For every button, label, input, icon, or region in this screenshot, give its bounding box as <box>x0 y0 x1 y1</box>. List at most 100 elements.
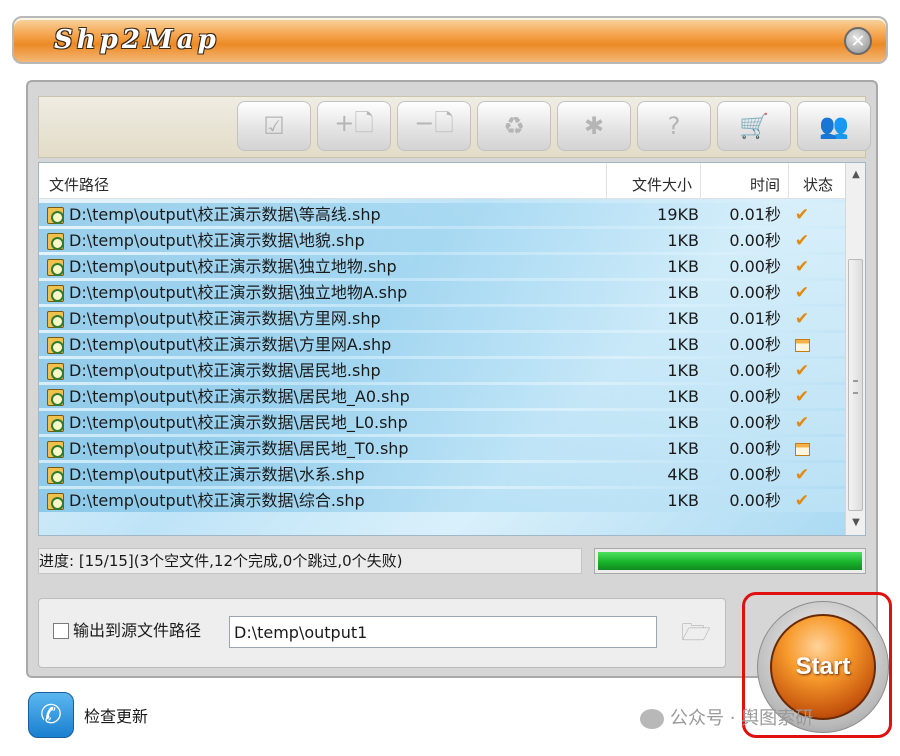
trash-button[interactable]: ♻ <box>477 101 551 151</box>
progress-bar <box>594 548 866 574</box>
row-time: 0.00秒 <box>729 335 781 354</box>
watermark: 公众号 · 舆图索研 <box>640 704 813 730</box>
row-time: 0.01秒 <box>729 205 781 224</box>
users-icon: 👥 <box>819 112 849 140</box>
open-folder-button[interactable]: ☑ <box>237 101 311 151</box>
table-row[interactable]: D:\temp\output\校正演示数据\居民地.shp 1KB 0.00秒 ✔ <box>39 358 847 384</box>
header-size[interactable]: 文件大小 <box>607 163 701 199</box>
table-row[interactable]: D:\temp\output\校正演示数据\等高线.shp 19KB 0.01秒 ✔ <box>39 202 847 228</box>
table-row[interactable]: D:\temp\output\校正演示数据\水系.shp 4KB 0.00秒 ✔ <box>39 462 847 488</box>
open-folder-icon: ☑ <box>263 112 285 140</box>
table-row[interactable]: D:\temp\output\校正演示数据\居民地_A0.shp 1KB 0.00秒… <box>39 384 847 410</box>
row-size: 1KB <box>667 413 699 432</box>
remove-file-icon: −🗋 <box>414 108 454 137</box>
table-row[interactable]: D:\temp\output\校正演示数据\居民地_L0.shp 1KB 0.00秒… <box>39 410 847 436</box>
shp-file-icon <box>47 207 64 224</box>
remove-file-button[interactable]: −🗋 <box>397 101 471 151</box>
progress-status-text: 进度: [15/15](3个空文件,12个完成,0个跳过,0个失败) <box>38 548 582 574</box>
check-icon: ✔ <box>794 257 810 277</box>
header-status[interactable]: 状态 <box>789 163 847 199</box>
row-time: 0.00秒 <box>729 465 781 484</box>
row-path: D:\temp\output\校正演示数据\方里网.shp <box>69 309 381 328</box>
header-time[interactable]: 时间 <box>701 163 789 199</box>
help-icon: ? <box>667 112 681 140</box>
browse-folder-button[interactable]: 🗁 <box>675 616 717 648</box>
shp-file-icon <box>47 259 64 276</box>
check-icon: ✔ <box>794 387 810 407</box>
close-button[interactable]: ✕ <box>844 27 872 55</box>
row-path: D:\temp\output\校正演示数据\居民地_T0.shp <box>69 439 409 458</box>
check-icon: ✔ <box>794 465 810 485</box>
row-status: ✔ <box>791 280 813 306</box>
scroll-thumb[interactable] <box>848 259 863 511</box>
shp-file-icon <box>47 415 64 432</box>
shp-file-icon <box>47 337 64 354</box>
add-file-icon: +🗋 <box>334 108 374 137</box>
table-row[interactable]: D:\temp\output\校正演示数据\方里网.shp 1KB 0.01秒 ✔ <box>39 306 847 332</box>
gear-button[interactable]: ✱ <box>557 101 631 151</box>
row-time: 0.00秒 <box>729 283 781 302</box>
table-row[interactable]: D:\temp\output\校正演示数据\居民地_T0.shp 1KB 0.00秒 <box>39 436 847 462</box>
output-path-input[interactable] <box>229 616 657 648</box>
progress-fill <box>598 552 862 570</box>
shp-file-icon <box>47 285 64 302</box>
shp-file-icon <box>47 311 64 328</box>
gear-icon: ✱ <box>583 112 605 140</box>
row-time: 0.00秒 <box>729 491 781 510</box>
row-size: 1KB <box>667 309 699 328</box>
scroll-up-icon[interactable]: ▲ <box>846 165 865 185</box>
row-size: 1KB <box>667 283 699 302</box>
file-list[interactable]: 文件路径 文件大小 时间 状态 D:\temp\output\校正演示数据\等高… <box>38 162 866 536</box>
check-update-label[interactable]: 检查更新 <box>84 703 148 727</box>
table-row[interactable]: D:\temp\output\校正演示数据\独立地物.shp 1KB 0.00秒 ✔ <box>39 254 847 280</box>
check-icon: ✔ <box>794 413 810 433</box>
row-status: ✔ <box>791 306 813 332</box>
row-time: 0.01秒 <box>729 309 781 328</box>
row-path: D:\temp\output\校正演示数据\居民地_L0.shp <box>69 413 408 432</box>
row-path: D:\temp\output\校正演示数据\方里网A.shp <box>69 335 392 354</box>
check-icon: ✔ <box>794 309 810 329</box>
row-path: D:\temp\output\校正演示数据\等高线.shp <box>69 205 381 224</box>
output-to-source-checkbox[interactable] <box>53 623 69 639</box>
empty-file-icon <box>794 339 810 352</box>
row-status <box>791 436 813 462</box>
users-button[interactable]: 👥 <box>797 101 871 151</box>
vertical-scrollbar[interactable]: ▲ ▼ <box>845 163 865 535</box>
shp-file-icon <box>47 493 64 510</box>
output-to-source-label[interactable]: 输出到源文件路径 <box>73 619 201 643</box>
row-size: 1KB <box>667 361 699 380</box>
empty-file-icon <box>794 443 810 456</box>
row-path: D:\temp\output\校正演示数据\综合.shp <box>69 491 365 510</box>
update-button[interactable]: ✆ <box>28 692 74 738</box>
row-time: 0.00秒 <box>729 439 781 458</box>
row-size: 1KB <box>667 231 699 250</box>
header-path[interactable]: 文件路径 <box>39 163 607 199</box>
help-button[interactable]: ? <box>637 101 711 151</box>
table-row[interactable]: D:\temp\output\校正演示数据\独立地物A.shp 1KB 0.00秒 ✔ <box>39 280 847 306</box>
check-icon: ✔ <box>794 361 810 381</box>
folder-icon: 🗁 <box>681 618 711 646</box>
row-status: ✔ <box>791 384 813 410</box>
row-path: D:\temp\output\校正演示数据\水系.shp <box>69 465 365 484</box>
table-row[interactable]: D:\temp\output\校正演示数据\地貌.shp 1KB 0.00秒 ✔ <box>39 228 847 254</box>
wechat-icon <box>640 709 664 729</box>
row-size: 1KB <box>667 491 699 510</box>
row-status <box>791 332 813 358</box>
check-icon: ✔ <box>794 283 810 303</box>
row-size: 19KB <box>657 205 699 224</box>
cart-button[interactable]: 🛒 <box>717 101 791 151</box>
shp-file-icon <box>47 233 64 250</box>
toolbar: ☑ +🗋 −🗋 ♻ ✱? 🛒 👥 <box>38 96 871 158</box>
scroll-down-icon[interactable]: ▼ <box>846 513 865 533</box>
main-frame: ☑ +🗋 −🗋 ♻ ✱? 🛒 👥 文件路径 文件大小 时间 状态 D:\temp\outpu… <box>26 80 878 678</box>
row-time: 0.00秒 <box>729 413 781 432</box>
table-row[interactable]: D:\temp\output\校正演示数据\方里网A.shp 1KB 0.00秒 <box>39 332 847 358</box>
row-status: ✔ <box>791 358 813 384</box>
row-size: 1KB <box>667 335 699 354</box>
cart-icon: 🛒 <box>739 112 769 140</box>
shp-file-icon <box>47 389 64 406</box>
table-row[interactable]: D:\temp\output\校正演示数据\综合.shp 1KB 0.00秒 ✔ <box>39 488 847 514</box>
shp-file-icon <box>47 467 64 484</box>
row-status: ✔ <box>791 462 813 488</box>
add-file-button[interactable]: +🗋 <box>317 101 391 151</box>
